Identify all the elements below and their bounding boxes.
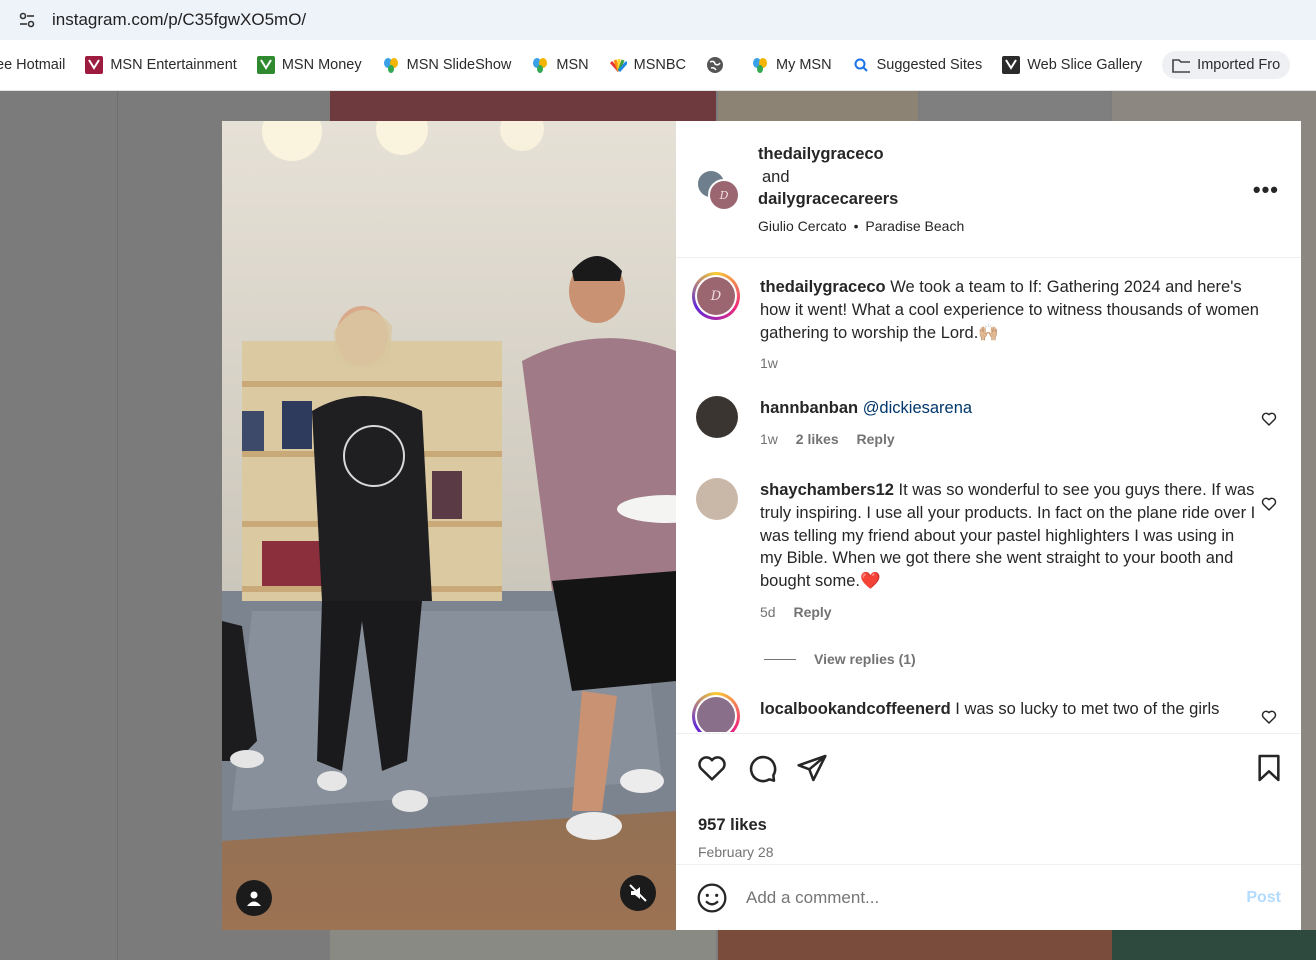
audio-link[interactable]: Giulio Cercato (758, 218, 847, 234)
bookmark-msn-entertainment[interactable]: MSN Entertainment (85, 56, 237, 74)
mute-button[interactable] (620, 875, 656, 911)
more-options-icon[interactable]: ••• (1253, 177, 1279, 203)
save-bookmark-icon[interactable] (1253, 752, 1285, 784)
caption-username[interactable]: thedailygraceco (760, 278, 886, 296)
globe-icon (706, 56, 724, 74)
muted-speaker-icon (629, 884, 647, 902)
user-icon (247, 891, 261, 906)
background-post-tile (920, 91, 1110, 121)
search-icon (852, 56, 870, 74)
bookmark-folder-imported[interactable]: Imported Fro (1162, 51, 1291, 79)
address-bar: instagram.com/p/C35fgwXO5mO/ (0, 0, 1316, 40)
share-paper-plane-icon[interactable] (796, 752, 828, 784)
url-text[interactable]: instagram.com/p/C35fgwXO5mO/ (52, 10, 306, 30)
msn-butterfly-icon (382, 56, 400, 74)
bookmark-msn[interactable]: MSN (531, 56, 589, 74)
location-link[interactable]: Paradise Beach (865, 218, 964, 234)
bookmarks-bar: ee Hotmail MSN Entertainment MSN Money M… (0, 40, 1316, 91)
comments-list[interactable]: D thedailygraceco We took a team to If: … (676, 258, 1301, 732)
post-header: thedailygraceco and dailygracecareers Gi… (758, 143, 964, 237)
background-post-tile (330, 930, 716, 960)
user-tag-button[interactable] (236, 880, 272, 916)
post-details-panel: D thedailygraceco and dailygracecareers … (676, 121, 1301, 930)
bookmark-msn-slideshow[interactable]: MSN SlideShow (382, 56, 511, 74)
bookmark-msnbc[interactable]: MSNBC (609, 56, 686, 74)
bookmark-web-slice-gallery[interactable]: Web Slice Gallery (1002, 56, 1142, 74)
comment-username[interactable]: shaychambers12 (760, 481, 894, 499)
post-video[interactable] (222, 121, 676, 930)
bookmark-suggested-sites[interactable]: Suggested Sites (852, 56, 982, 74)
avatar[interactable] (696, 478, 738, 520)
view-replies-button[interactable]: View replies (1) (764, 651, 916, 667)
background-post-tile (1112, 930, 1316, 960)
author-username[interactable]: thedailygraceco (758, 143, 964, 166)
folder-icon (1172, 56, 1191, 74)
comment-text: I was so lucky to met two of the girls (955, 700, 1220, 718)
avatar[interactable] (692, 692, 740, 732)
like-comment-heart-icon[interactable] (1261, 411, 1277, 427)
post-subline: Giulio Cercato • Paradise Beach (758, 217, 965, 234)
background-post-tile (718, 930, 1112, 960)
avatar: D (708, 179, 740, 211)
collab-avatars[interactable]: D (696, 169, 742, 213)
comment-likes[interactable]: 2 likes (796, 431, 839, 447)
msn-icon (85, 56, 104, 74)
bookmark-globe[interactable] (706, 56, 731, 74)
like-heart-icon[interactable] (696, 752, 728, 784)
avatar[interactable]: D (692, 272, 740, 320)
caption-time: 1w (760, 355, 778, 372)
post-actions: 957 likes February 28 (676, 733, 1301, 860)
collaborator-username[interactable]: dailygracecareers (758, 188, 964, 211)
comment-input[interactable] (746, 887, 1247, 908)
msn-butterfly-icon (751, 56, 769, 74)
msn-icon (256, 56, 275, 74)
reply-button[interactable]: Reply (857, 431, 895, 447)
emoji-smiley-icon[interactable] (696, 882, 728, 914)
msn-icon (1002, 56, 1021, 74)
comment-time: 1w (760, 430, 778, 447)
background-post-tile (718, 91, 918, 121)
comment-bubble-icon[interactable] (746, 752, 778, 784)
like-comment-heart-icon[interactable] (1261, 709, 1277, 725)
site-settings-icon[interactable] (16, 9, 38, 31)
msn-butterfly-icon (531, 56, 549, 74)
avatar[interactable] (696, 396, 738, 438)
comment-username[interactable]: localbookandcoffeenerd (760, 700, 951, 718)
comment-composer: Post (676, 864, 1301, 930)
author-joiner: and (762, 167, 790, 186)
comment-mention[interactable]: @dickiesarena (863, 399, 972, 417)
like-comment-heart-icon[interactable] (1261, 496, 1277, 512)
post-comment-button[interactable]: Post (1246, 889, 1281, 907)
like-count[interactable]: 957 likes (698, 816, 767, 835)
comment-username[interactable]: hannbanban (760, 399, 858, 417)
bookmark-my-msn[interactable]: My MSN (751, 56, 832, 74)
post-date: February 28 (698, 844, 774, 860)
video-frame-image (222, 121, 676, 930)
comment-time: 5d (760, 603, 776, 620)
msnbc-peacock-icon (609, 56, 627, 74)
background-post-tile (330, 91, 716, 121)
bookmark-msn-money[interactable]: MSN Money (256, 56, 362, 74)
bookmark-hotmail[interactable]: ee Hotmail (0, 57, 65, 73)
reply-button[interactable]: Reply (793, 604, 831, 620)
